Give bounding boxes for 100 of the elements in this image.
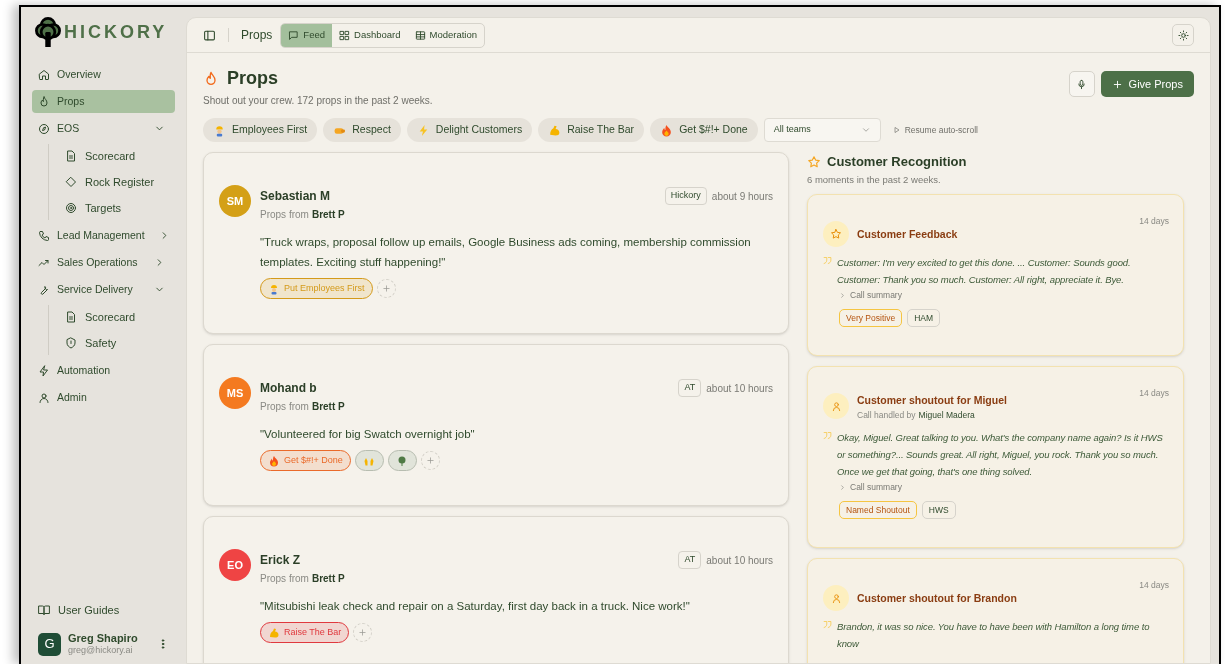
team-tag: HWS bbox=[921, 500, 956, 520]
sidebar-subitem[interactable]: Scorecard bbox=[59, 145, 175, 167]
brand-name: HICKORY bbox=[64, 20, 168, 44]
sidebar-item[interactable]: Overview bbox=[32, 63, 175, 86]
person-icon bbox=[830, 400, 842, 412]
value-filter-chip[interactable]: Get $#!+ Done bbox=[650, 118, 758, 142]
sun-icon bbox=[1177, 29, 1189, 41]
call-quote: Okay, Miguel. Great talking to you. What's the company name again? Is it HWS or something?... Sounds great. All right, Miguel, you rock. Thank you so much. Once we get that going, that's one thing solved. bbox=[837, 430, 1164, 479]
page-subtitle: Shout out your crew. 172 props in the past 2 weeks. bbox=[203, 94, 434, 108]
reaction-button[interactable] bbox=[387, 450, 417, 471]
sidebar-item[interactable]: Props bbox=[32, 90, 175, 113]
call-summary-toggle[interactable]: Call summary bbox=[839, 480, 902, 494]
prop-message: "Volunteered for big Swatch overnight job" bbox=[260, 427, 476, 442]
view-tab[interactable]: Dashboard bbox=[332, 23, 408, 47]
diamond-icon bbox=[65, 176, 77, 188]
flame-icon bbox=[38, 95, 50, 108]
sidebar-item[interactable]: Automation bbox=[32, 359, 175, 382]
sidebar-subitem[interactable]: Safety bbox=[59, 332, 175, 354]
call-quote: Customer: I'm very excited to get this done. ... Customer: Sounds good. Customer: Thank you so much. Customer: All right, appreciate it. Bye. bbox=[837, 255, 1132, 287]
page-title: Props bbox=[241, 27, 273, 44]
team-select[interactable]: All teams bbox=[763, 118, 881, 142]
microphone-icon bbox=[1076, 78, 1088, 90]
chevron-down-icon bbox=[860, 125, 871, 135]
person-icon bbox=[830, 592, 842, 604]
value-filter-chip[interactable]: Raise The Bar bbox=[538, 118, 645, 142]
sidebar-item[interactable]: Sales Operations bbox=[32, 251, 175, 274]
sidebar-item[interactable]: Lead Management bbox=[32, 224, 175, 247]
microphone-button[interactable] bbox=[1068, 71, 1095, 97]
agent-name: Miguel Madera bbox=[918, 409, 975, 422]
sidebar-item[interactable]: Admin bbox=[32, 386, 175, 409]
moment-date: 14 days bbox=[1139, 214, 1169, 228]
phone-icon bbox=[38, 229, 50, 242]
avatar: SM bbox=[219, 185, 251, 217]
quote-icon bbox=[823, 255, 832, 265]
chevron-right-icon bbox=[839, 483, 846, 491]
avatar: MS bbox=[219, 377, 251, 409]
document-icon bbox=[65, 150, 77, 162]
recipient-name: Sebastian M bbox=[260, 188, 331, 205]
resume-auto-scroll-button[interactable]: Resume auto-scroll bbox=[892, 123, 978, 137]
value-filter-chip[interactable]: Employees First bbox=[203, 118, 318, 142]
prop-message: "Mitsubishi leak check and repair on a Saturday, first day back in a truck. Nice work!" bbox=[260, 599, 691, 614]
section-heading: Customer Recognition bbox=[827, 153, 967, 171]
section-subtitle: 6 moments in the past 2 weeks. bbox=[807, 172, 942, 187]
time-ago: about 10 hours bbox=[706, 381, 773, 396]
sentiment-tag: Very Positive bbox=[839, 308, 903, 328]
page-heading: Props bbox=[227, 67, 278, 90]
plus-icon bbox=[425, 456, 435, 465]
plus-icon bbox=[358, 628, 368, 637]
user-icon bbox=[38, 391, 50, 404]
giver-name: Brett P bbox=[311, 400, 345, 414]
team-tag: HAM bbox=[907, 308, 941, 328]
team-badge: AT bbox=[678, 551, 702, 569]
quote-icon bbox=[823, 620, 832, 630]
props-from-label: Props from bbox=[260, 572, 309, 586]
time-ago: about 9 hours bbox=[711, 189, 773, 204]
user-name: Greg Shapiro bbox=[68, 632, 139, 644]
team-badge: Hickory bbox=[664, 187, 707, 205]
tree-logo-icon bbox=[34, 17, 62, 47]
home-icon bbox=[38, 68, 50, 81]
view-tab[interactable]: Moderation bbox=[407, 23, 485, 47]
sidebar-item[interactable]: Service Delivery bbox=[32, 278, 175, 301]
props-from-label: Props from bbox=[260, 208, 309, 222]
star-icon bbox=[807, 154, 821, 169]
giver-name: Brett P bbox=[311, 208, 345, 222]
sidebar-toggle-icon[interactable] bbox=[203, 28, 216, 42]
props-from-label: Props from bbox=[260, 400, 309, 414]
giver-name: Brett P bbox=[311, 572, 345, 586]
recipient-name: Erick Z bbox=[260, 552, 301, 569]
book-icon bbox=[38, 603, 50, 616]
view-tab[interactable]: Feed bbox=[281, 23, 332, 47]
sidebar-item[interactable]: EOS bbox=[32, 117, 175, 140]
team-badge: AT bbox=[678, 379, 702, 397]
grid-icon bbox=[339, 29, 350, 41]
sidebar-subitem[interactable]: Targets bbox=[59, 197, 175, 219]
shield-icon bbox=[65, 337, 77, 349]
time-ago: about 10 hours bbox=[706, 553, 773, 568]
flame-icon bbox=[268, 454, 280, 467]
sentiment-tag: Named Shoutout bbox=[839, 500, 917, 520]
flame-icon bbox=[203, 70, 219, 87]
moment-title: Customer shoutout for Miguel bbox=[857, 393, 1008, 409]
worker-icon bbox=[213, 123, 226, 137]
table-icon bbox=[414, 29, 426, 41]
give-props-button[interactable]: Give Props bbox=[1100, 71, 1194, 97]
theme-toggle-button[interactable] bbox=[1172, 24, 1194, 46]
value-filter-chip[interactable]: Respect bbox=[323, 118, 401, 142]
call-summary-toggle[interactable]: Call summary bbox=[839, 288, 902, 302]
bolt-icon bbox=[38, 364, 50, 377]
call-quote: Brandon, it was so nice. You have to have been with Hamilton a long time to know bbox=[837, 620, 1151, 652]
user-guides-link[interactable]: User Guides bbox=[32, 601, 175, 618]
play-icon bbox=[892, 126, 901, 134]
sidebar-subitem[interactable]: Scorecard bbox=[59, 306, 175, 328]
plus-icon bbox=[1111, 78, 1123, 90]
value-filter-chip[interactable]: Delight Customers bbox=[406, 118, 533, 142]
quote-icon bbox=[823, 430, 832, 440]
plus-icon bbox=[381, 284, 391, 293]
moment-date: 14 days bbox=[1139, 387, 1169, 400]
sidebar-subitem[interactable]: Rock Register bbox=[59, 171, 175, 193]
user-avatar: G bbox=[38, 632, 61, 656]
document-icon bbox=[65, 311, 77, 323]
user-email: greg@hickory.ai bbox=[68, 644, 134, 656]
